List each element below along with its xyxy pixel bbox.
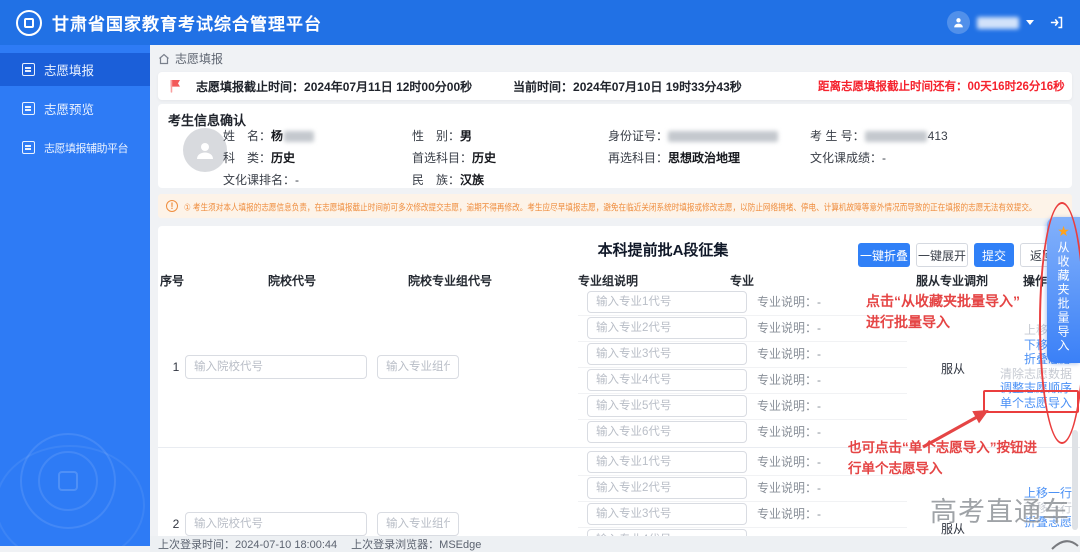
student-info-card: 考生信息确认 姓 名：杨 科 类：历史 文化课排名：- 性 别：男 首选科目：历… bbox=[158, 104, 1072, 188]
expand-all-button[interactable]: 一键展开 bbox=[916, 243, 968, 267]
field-ethnic: 民 族：汉族 bbox=[412, 173, 485, 187]
countdown-text: 距离志愿填报截止时间还有： 00天16时26分16秒 bbox=[818, 81, 1065, 93]
major-1-input[interactable] bbox=[587, 291, 747, 313]
current-time-text: 当前时间： 2024年07月10日 19时33分43秒 bbox=[513, 79, 742, 94]
form-icon bbox=[22, 63, 35, 76]
major-desc: 专业说明：- bbox=[757, 373, 822, 387]
info-icon: ! bbox=[166, 200, 178, 212]
col-header-major: 专业 bbox=[729, 274, 755, 288]
annotation-batch-import-tip: 点击“从收藏夹批量导入” 进行批量导入 bbox=[866, 293, 1020, 330]
app-title: 甘肃省国家教育考试综合管理平台 bbox=[52, 15, 322, 34]
breadcrumb: 志愿填报 bbox=[158, 50, 223, 67]
field-name: 姓 名：杨 bbox=[223, 129, 315, 143]
major-5-input[interactable] bbox=[587, 395, 747, 417]
star-icon: ★ bbox=[1057, 223, 1070, 239]
group-code-input[interactable] bbox=[377, 512, 459, 536]
vertical-scrollbar[interactable] bbox=[1072, 430, 1078, 530]
last-login-browser: 上次登录浏览器：MSEdge bbox=[351, 539, 482, 551]
major-4-input[interactable] bbox=[587, 369, 747, 391]
sidebar-item-volunteer-fill[interactable]: 志愿填报 bbox=[0, 53, 150, 86]
major-desc: 专业说明：- bbox=[757, 507, 822, 521]
col-header-obey: 服从专业调剂 bbox=[915, 274, 989, 288]
field-reselect-subject: 再选科目：思想政治地理 bbox=[608, 151, 741, 165]
major-3-input[interactable] bbox=[587, 343, 747, 365]
field-gender: 性 别：男 bbox=[412, 129, 473, 143]
sidebar-item-label: 志愿填报 bbox=[44, 64, 95, 78]
app-window: 甘肃省国家教育考试综合管理平台 志愿填报 志愿预览 志愿填报辅助平台 志愿填报 … bbox=[0, 0, 1080, 552]
field-score: 文化课成绩：- bbox=[810, 151, 887, 165]
status-bar: 上次登录时间：2024-07-10 18:00:44 上次登录浏览器：MSEdg… bbox=[150, 536, 1080, 552]
last-login-time: 上次登录时间：2024-07-10 18:00:44 bbox=[158, 539, 338, 551]
fold-all-button[interactable]: 一键折叠 bbox=[858, 243, 910, 267]
watermark-swoosh bbox=[1051, 540, 1079, 550]
major-2-input[interactable] bbox=[587, 477, 747, 499]
breadcrumb-label[interactable]: 志愿填报 bbox=[175, 50, 223, 67]
fav-tab-label: 从收藏夹批量导入 bbox=[1056, 241, 1070, 353]
op-adjust-order[interactable]: 调整志愿顺序 bbox=[942, 381, 1072, 396]
form-icon bbox=[22, 102, 35, 115]
deadline-text: 志愿填报截止时间： 2024年07月11日 12时00分00秒 bbox=[196, 79, 473, 94]
batch-import-from-favorites-tab[interactable]: ★ 从收藏夹批量导入 bbox=[1047, 217, 1080, 363]
col-header-ops: 操作 bbox=[1022, 274, 1048, 288]
major-desc: 专业说明：- bbox=[757, 347, 822, 361]
major-3-input[interactable] bbox=[587, 503, 747, 525]
sidebar-nav: 志愿填报 志愿预览 志愿填报辅助平台 bbox=[0, 45, 150, 546]
app-logo-icon bbox=[16, 9, 42, 36]
user-avatar-icon[interactable] bbox=[947, 11, 970, 34]
major-desc: 专业说明：- bbox=[757, 295, 822, 309]
watermark-text: 高考直通车 bbox=[930, 497, 1070, 527]
batch-title: 本科提前批A段征集 bbox=[597, 242, 729, 259]
home-icon bbox=[159, 53, 169, 64]
field-first-subject: 首选科目：历史 bbox=[412, 151, 497, 165]
major-2-input[interactable] bbox=[587, 317, 747, 339]
sidebar-deco-ring bbox=[0, 445, 145, 546]
op-clear: 清除志愿数据 bbox=[999, 366, 1072, 381]
field-category: 科 类：历史 bbox=[223, 151, 296, 165]
chevron-down-icon[interactable] bbox=[1026, 20, 1034, 25]
field-exam-number: 考 生 号： 413 bbox=[810, 129, 948, 143]
submit-button[interactable]: 提交 bbox=[974, 243, 1014, 267]
college-code-input[interactable] bbox=[185, 355, 367, 379]
student-avatar bbox=[183, 128, 227, 172]
sidebar-item-label: 志愿预览 bbox=[44, 103, 95, 117]
col-header-college-code: 院校代号 bbox=[267, 274, 317, 288]
major-desc: 专业说明：- bbox=[757, 455, 822, 469]
major-desc: 专业说明：- bbox=[757, 425, 822, 439]
annotation-arrow-icon bbox=[922, 410, 989, 449]
alarm-flag-icon bbox=[170, 80, 180, 93]
field-id-number: 身份证号： bbox=[608, 129, 779, 143]
major-1-input[interactable] bbox=[587, 451, 747, 473]
sidebar-item-assist-platform[interactable]: 志愿填报辅助平台 bbox=[0, 131, 150, 164]
sidebar-item-label: 志愿填报辅助平台 bbox=[44, 142, 129, 155]
sidebar-item-volunteer-preview[interactable]: 志愿预览 bbox=[0, 92, 150, 125]
logout-icon[interactable] bbox=[1049, 15, 1064, 30]
college-code-input[interactable] bbox=[185, 512, 367, 536]
deadline-info-bar: 志愿填报截止时间： 2024年07月11日 12时00分00秒 当前时间： 2024… bbox=[158, 72, 1072, 100]
sidebar-deco-emblem bbox=[58, 471, 78, 491]
section-title: 考生信息确认 bbox=[168, 113, 247, 128]
user-name-redacted bbox=[977, 16, 1019, 29]
major-desc: 专业说明：- bbox=[757, 481, 822, 495]
notice-text: ① 考生须对本人填报的志愿信息负责，在志愿填报截止时间前可多次修改提交志愿，逾期… bbox=[184, 202, 1037, 213]
field-rank: 文化课排名：- bbox=[223, 173, 300, 187]
form-icon bbox=[22, 141, 35, 154]
col-header-group-code: 院校专业组代号 bbox=[407, 274, 493, 288]
major-desc: 专业说明：- bbox=[757, 399, 822, 413]
col-header-seq: 序号 bbox=[159, 274, 185, 288]
notice-bar: ! ① 考生须对本人填报的志愿信息负责，在志愿填报截止时间前可多次修改提交志愿，… bbox=[158, 194, 1072, 218]
group-code-input[interactable] bbox=[377, 355, 459, 379]
major-6-input[interactable] bbox=[587, 421, 747, 443]
major-desc: 专业说明：- bbox=[757, 321, 822, 335]
col-header-group-desc: 专业组说明 bbox=[577, 274, 639, 288]
top-header: 甘肃省国家教育考试综合管理平台 bbox=[0, 0, 1080, 45]
